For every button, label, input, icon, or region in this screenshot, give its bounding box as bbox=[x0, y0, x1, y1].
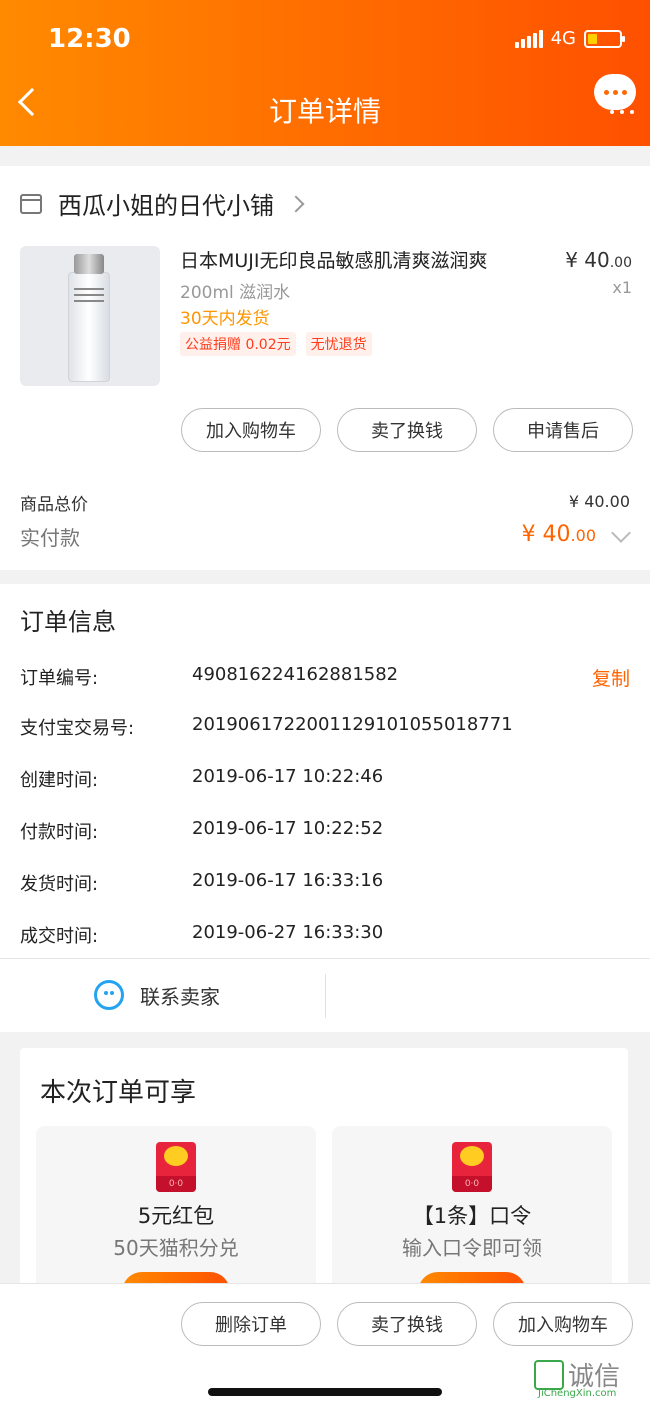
info-label: 付款时间: bbox=[20, 822, 99, 843]
shop-icon bbox=[20, 193, 42, 214]
add-to-cart-button-bottom[interactable]: 加入购物车 bbox=[493, 1302, 633, 1346]
order-info-card: 订单信息 订单编号: 490816224162881582 复制 支付宝交易号:… bbox=[0, 584, 650, 1032]
order-item-card: 西瓜小姐的日代小铺 日本MUJI无印良品敏感肌清爽滋润爽 ¥ 40.00 200… bbox=[0, 166, 650, 570]
total-label: 商品总价 bbox=[20, 495, 88, 515]
completed-time: 2019-06-27 16:33:30 bbox=[192, 922, 384, 943]
copy-button[interactable]: 复制 bbox=[592, 664, 630, 691]
total-value: ¥ 40.00 bbox=[568, 492, 630, 511]
benefit-name: 【1条】口令 bbox=[412, 1204, 532, 1228]
benefit-desc: 50天猫积分兑 bbox=[113, 1236, 239, 1260]
benefit-name: 5元红包 bbox=[137, 1204, 215, 1228]
alipay-trade-number: 2019061722001129101055018771 bbox=[192, 714, 513, 735]
signal-icon bbox=[514, 29, 543, 48]
info-label: 发货时间: bbox=[20, 874, 99, 895]
paid-label: 实付款 bbox=[20, 526, 80, 550]
info-label: 支付宝交易号: bbox=[20, 718, 135, 739]
watermark-url: JiChengXin.com bbox=[538, 1388, 617, 1399]
info-label: 创建时间: bbox=[20, 770, 99, 791]
benefit-desc: 输入口令即可领 bbox=[402, 1236, 542, 1260]
status-icons: 4G bbox=[514, 28, 625, 49]
product-quantity: x1 bbox=[612, 278, 632, 297]
product-image[interactable] bbox=[20, 246, 160, 386]
sell-button-bottom[interactable]: 卖了换钱 bbox=[337, 1302, 477, 1346]
product-spec: 200ml 滋润水 bbox=[180, 283, 291, 303]
chevron-down-icon[interactable] bbox=[611, 523, 631, 543]
delete-order-button[interactable]: 删除订单 bbox=[181, 1302, 321, 1346]
more-dots-icon bbox=[610, 110, 634, 114]
product-price: ¥ 40.00 bbox=[565, 248, 632, 272]
info-label: 成交时间: bbox=[20, 926, 99, 947]
red-packet-icon: 0·0 bbox=[156, 1142, 196, 1192]
product-tags: 公益捐赠 0.02元 无忧退货 bbox=[180, 332, 372, 356]
bottle-illustration bbox=[68, 254, 110, 382]
status-time: 12:30 bbox=[48, 24, 131, 54]
watermark-logo-icon bbox=[534, 1359, 564, 1390]
shop-row[interactable]: 西瓜小姐的日代小铺 bbox=[20, 186, 305, 221]
add-to-cart-button[interactable]: 加入购物车 bbox=[181, 408, 321, 452]
product-name[interactable]: 日本MUJI无印良品敏感肌清爽滋润爽 bbox=[180, 246, 540, 273]
network-label: 4G bbox=[550, 28, 576, 49]
paid-value: ¥ 40.00 bbox=[521, 522, 596, 547]
divider bbox=[325, 974, 326, 1018]
page-title: 订单详情 bbox=[268, 95, 381, 128]
benefits-title: 本次订单可享 bbox=[40, 1078, 197, 1108]
contact-seller-label: 联系卖家 bbox=[140, 984, 220, 1009]
tag-free-return: 无忧退货 bbox=[305, 332, 372, 356]
created-time: 2019-06-17 10:22:46 bbox=[192, 766, 384, 787]
shipping-note: 30天内发货 bbox=[180, 309, 270, 329]
benefits-card: 本次订单可享 0·0 5元红包 50天猫积分兑 0·0 【1条】口令 输入口令即… bbox=[20, 1048, 628, 1326]
sell-button[interactable]: 卖了换钱 bbox=[337, 408, 477, 452]
after-sale-button[interactable]: 申请售后 bbox=[493, 408, 633, 452]
info-label: 订单编号: bbox=[20, 668, 99, 689]
chevron-right-icon bbox=[287, 195, 305, 212]
chat-bubble-icon[interactable] bbox=[594, 74, 636, 110]
shop-name: 西瓜小姐的日代小铺 bbox=[58, 192, 274, 220]
header-bar: 12:30 4G 订单详情 bbox=[0, 0, 650, 146]
home-indicator bbox=[208, 1388, 442, 1396]
shipped-time: 2019-06-17 16:33:16 bbox=[192, 870, 384, 891]
divider bbox=[0, 958, 650, 959]
battery-icon bbox=[584, 29, 625, 48]
tag-charity: 公益捐赠 0.02元 bbox=[180, 332, 296, 356]
contact-seller-button[interactable]: 联系卖家 bbox=[94, 980, 220, 1010]
smiley-chat-icon bbox=[94, 980, 124, 1010]
order-number: 490816224162881582 bbox=[192, 664, 399, 685]
red-packet-icon: 0·0 bbox=[452, 1142, 492, 1192]
bottom-action-bar: 删除订单 卖了换钱 加入购物车 诚信 JiChengXin.com bbox=[0, 1283, 650, 1406]
paid-time: 2019-06-17 10:22:52 bbox=[192, 818, 384, 839]
order-info-title: 订单信息 bbox=[20, 608, 116, 636]
